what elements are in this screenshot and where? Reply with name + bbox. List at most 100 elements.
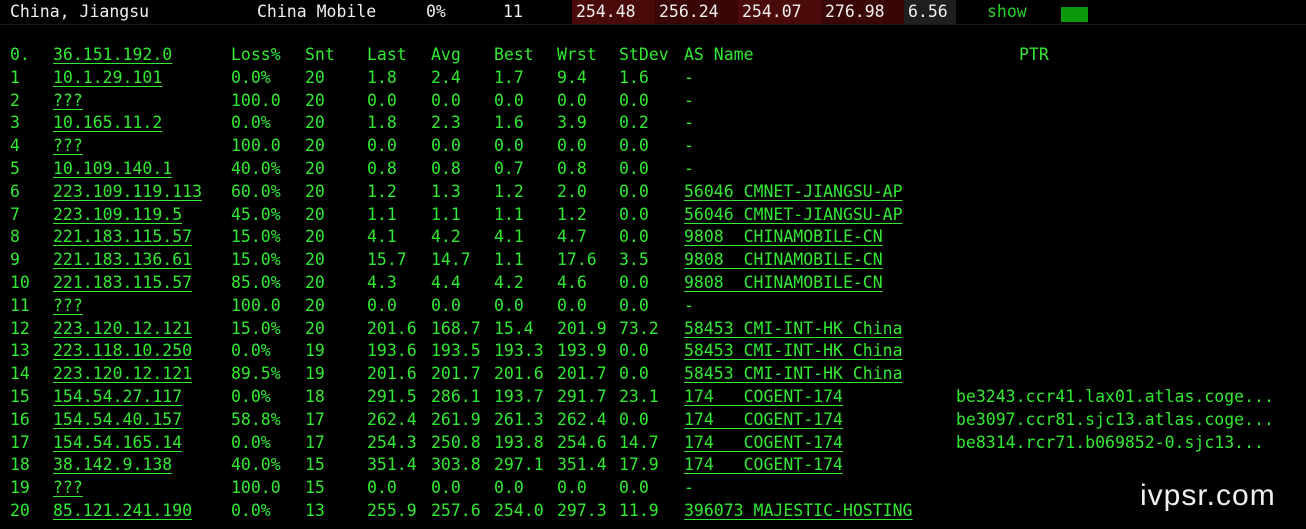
cell-avg: 250.8 [431, 432, 481, 452]
cell-loss: 100.0 [231, 90, 281, 110]
cell-as-name[interactable]: 58453 CMI-INT-HK China [684, 317, 903, 340]
cell-last: 254.3 [367, 432, 417, 452]
cell-host-address[interactable]: ??? [53, 294, 83, 317]
cell-host-address[interactable]: ??? [53, 476, 83, 499]
cell-last: 4.1 [367, 227, 397, 247]
cell-worst: 0.8 [557, 159, 587, 178]
cell-worst: 297.3 [557, 501, 607, 520]
cell-as-name[interactable]: 174 COGENT-174 [684, 453, 843, 476]
cell-sent: 15 [305, 478, 325, 498]
cell-hop-number: 17 [10, 432, 30, 452]
cell-sent: 20 [305, 250, 325, 270]
cell-best: 0.0 [494, 90, 524, 110]
cell-hop-number: 15 [10, 387, 30, 406]
cell-host-address[interactable]: 154.54.165.14 [53, 431, 182, 454]
cell-best: 0.0 [494, 136, 524, 156]
header-hop-number: 0. [10, 45, 30, 64]
cell-worst: 262.4 [557, 409, 607, 429]
cell-best: 297.1 [494, 455, 544, 475]
cell-best: 4.2 [494, 273, 524, 292]
cell-stdev: 0.0 [619, 181, 649, 201]
cell-avg: 1.3 [431, 181, 461, 201]
cell-as-name[interactable]: 58453 CMI-INT-HK China [684, 339, 903, 362]
cell-last: 4.3 [367, 273, 397, 292]
cell-stdev: 0.2 [619, 113, 649, 133]
cell-as-name[interactable]: 56046 CMNET-JIANGSU-AP [684, 203, 903, 226]
cell-host-address[interactable]: 10.109.140.1 [53, 157, 172, 180]
header-best: Best [494, 45, 534, 64]
cell-host-address[interactable]: 154.54.27.117 [53, 385, 182, 408]
cell-host-address[interactable]: 221.183.136.61 [53, 248, 192, 271]
header-host-address[interactable]: 36.151.192.0 [53, 43, 172, 66]
cell-last: 1.8 [367, 67, 397, 87]
cell-worst: 0.0 [557, 136, 587, 156]
cell-host-address[interactable]: ??? [53, 89, 83, 112]
cell-loss: 15.0% [231, 227, 281, 247]
cell-as-name[interactable]: 9808 CHINAMOBILE-CN [684, 248, 883, 271]
cell-best: 1.1 [494, 250, 524, 270]
cell-stdev: 14.7 [619, 432, 659, 452]
cell-host-address[interactable]: 221.183.115.57 [53, 225, 192, 248]
watermark: ivpsr.com [1140, 479, 1276, 512]
cell-stdev: 73.2 [619, 318, 659, 338]
cell-loss: 40.0% [231, 159, 281, 178]
cell-host-address[interactable]: 223.120.12.121 [53, 362, 192, 385]
cell-hop-number: 14 [10, 364, 30, 384]
cell-avg: 2.4 [431, 67, 461, 87]
cell-best: 15.4 [494, 318, 534, 338]
cell-hop-number: 6 [10, 181, 20, 201]
cell-as-name[interactable]: 174 COGENT-174 [684, 385, 843, 408]
cell-host-address[interactable]: 10.1.29.101 [53, 66, 162, 89]
cell-as-name[interactable]: 174 COGENT-174 [684, 431, 843, 454]
cell-avg: 14.7 [431, 250, 471, 270]
cell-last: 0.0 [367, 90, 397, 110]
cell-sent: 13 [305, 501, 325, 520]
cell-stdev: 0.0 [619, 159, 649, 178]
cell-avg: 0.0 [431, 136, 461, 156]
cell-sent: 15 [305, 455, 325, 475]
cell-host-address[interactable]: 223.120.12.121 [53, 317, 192, 340]
cell-host-address[interactable]: 223.109.119.113 [53, 180, 202, 203]
cell-host-address[interactable]: 38.142.9.138 [53, 453, 172, 476]
cell-host-address[interactable]: 85.121.241.190 [53, 499, 192, 522]
cell-worst: 351.4 [557, 455, 607, 475]
cell-last: 0.0 [367, 295, 397, 315]
cell-hop-number: 19 [10, 478, 30, 498]
cell-avg: 168.7 [431, 318, 481, 338]
cell-host-address[interactable]: 154.54.40.157 [53, 408, 182, 431]
cell-as-name[interactable]: 9808 CHINAMOBILE-CN [684, 271, 883, 294]
cell-stdev: 0.0 [619, 409, 649, 429]
cell-host-address[interactable]: 223.109.119.5 [53, 203, 182, 226]
cell-as-name[interactable]: 56046 CMNET-JIANGSU-AP [684, 180, 903, 203]
loss-value: 0% [426, 2, 446, 21]
cell-worst: 2.0 [557, 181, 587, 201]
cell-worst: 1.2 [557, 204, 587, 224]
cell-as-name[interactable]: 174 COGENT-174 [684, 408, 843, 431]
cell-last: 291.5 [367, 387, 417, 406]
cell-host-address[interactable]: 221.183.115.57 [53, 271, 192, 294]
cell-loss: 58.8% [231, 409, 281, 429]
cell-best: 0.7 [494, 159, 524, 178]
show-button[interactable]: show [987, 2, 1027, 21]
cell-stdev: 23.1 [619, 387, 659, 406]
cell-best: 201.6 [494, 364, 544, 384]
cell-as-name[interactable]: 58453 CMI-INT-HK China [684, 362, 903, 385]
cell-as-name: - [684, 136, 694, 156]
cell-sent: 20 [305, 181, 325, 201]
cell-sent: 17 [305, 409, 325, 429]
cell-host-address[interactable]: ??? [53, 134, 83, 157]
cell-sent: 20 [305, 90, 325, 110]
cell-avg: 0.0 [431, 90, 461, 110]
provider-label: China Mobile [257, 2, 377, 21]
cell-stdev: 0.0 [619, 341, 649, 361]
cell-worst: 201.9 [557, 318, 607, 338]
cell-avg: 193.5 [431, 341, 481, 361]
cell-worst: 4.7 [557, 227, 587, 247]
cell-as-name[interactable]: 9808 CHINAMOBILE-CN [684, 225, 883, 248]
cell-host-address[interactable]: 10.165.11.2 [53, 111, 162, 134]
cell-as-name[interactable]: 396073 MAJESTIC-HOSTING [684, 499, 912, 522]
cell-avg: 4.2 [431, 227, 461, 247]
cell-host-address[interactable]: 223.118.10.250 [53, 339, 192, 362]
cell-sent: 20 [305, 67, 325, 87]
cell-stdev: 0.0 [619, 227, 649, 247]
